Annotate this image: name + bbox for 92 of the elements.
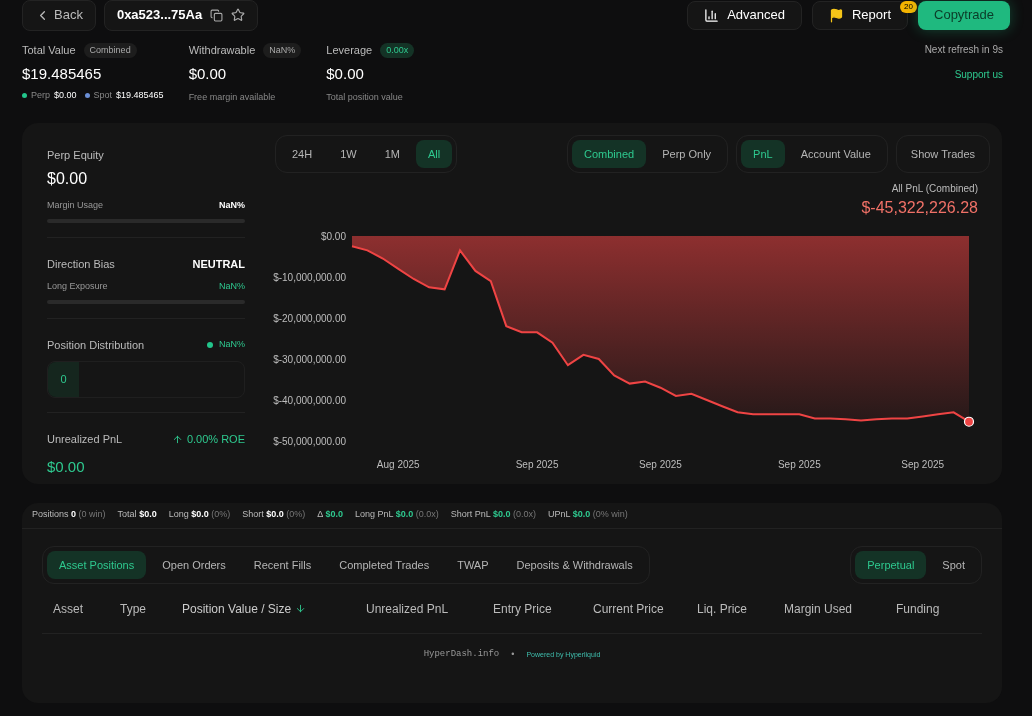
refresh-timer: Next refresh in 9s xyxy=(924,43,1003,57)
toggle-tab[interactable]: All xyxy=(415,139,453,168)
arrow-up-icon xyxy=(171,433,183,445)
sort-arrow-icon xyxy=(295,603,307,614)
y-axis-label: $-10,000,000.00 xyxy=(273,272,346,283)
header-button[interactable]: Advanced xyxy=(687,0,802,30)
wallet-address: 0xa523...75Aa xyxy=(116,6,203,25)
column-header[interactable]: Current Price xyxy=(593,599,664,618)
toggle-tab[interactable]: Open Orders xyxy=(150,550,238,579)
stat-item: Positions 0 (0 win) xyxy=(32,508,106,522)
column-header[interactable]: Margin Used xyxy=(784,599,853,618)
toggle-tab[interactable]: Spot xyxy=(930,550,977,579)
stat-label: Leverage xyxy=(326,43,373,58)
stat-item: Short $0.0 (0%) xyxy=(242,508,306,522)
chart-title: All PnL (Combined) xyxy=(891,182,978,196)
column-header[interactable]: Funding xyxy=(896,599,940,618)
legend-value: $0.00 xyxy=(54,89,77,102)
meter-label: Margin Usage xyxy=(47,199,104,212)
metric-value: $0.00 xyxy=(47,169,89,189)
stat-note: Free margin available xyxy=(188,91,277,104)
stat-tag: Combined xyxy=(83,42,137,58)
x-axis-label: Sep 2025 xyxy=(777,459,821,470)
toggle-tab[interactable]: Deposits & Withdrawals xyxy=(504,550,645,579)
end-point-marker xyxy=(963,416,975,427)
metric-label: Perp Equity xyxy=(47,147,105,163)
stat-value: $0.00 xyxy=(188,63,228,84)
legend-value: $19.485465 xyxy=(116,89,164,102)
chart-total: $-45,322,226.28 xyxy=(861,198,978,218)
column-header[interactable]: Asset xyxy=(53,599,83,618)
meter-value: NaN% xyxy=(219,280,245,293)
back-button[interactable]: Back xyxy=(22,0,96,31)
metric-label: Position Distribution xyxy=(47,337,145,353)
toggle-tab[interactable]: 1W xyxy=(328,139,369,168)
column-header[interactable]: Type xyxy=(120,599,146,618)
toggle-tab[interactable]: Account Value xyxy=(788,139,883,168)
stat-item: Δ $0.0 xyxy=(317,508,343,522)
separator-dot: • xyxy=(511,648,515,661)
stat-tag: 0.00x xyxy=(380,42,415,58)
x-axis-label: Sep 2025 xyxy=(639,459,682,470)
stat-item: Long PnL $0.0 (0.0x) xyxy=(354,508,439,522)
toggle-tab[interactable]: 24H xyxy=(280,139,325,168)
y-axis-label: $-20,000,000.00 xyxy=(273,313,346,324)
stat-item: Total $0.0 xyxy=(117,508,157,522)
stat-tag: NaN% xyxy=(263,42,302,58)
y-axis-label: $-40,000,000.00 xyxy=(273,395,346,406)
metric-label: Unrealized PnL xyxy=(47,432,123,447)
toggle-tab[interactable]: Combined xyxy=(572,139,647,168)
metric-label: Direction Bias xyxy=(47,256,115,272)
show-trades-button[interactable]: Show Trades xyxy=(895,134,990,173)
column-header[interactable]: Position Value / Size xyxy=(182,599,292,618)
toggle-tab[interactable]: 1M xyxy=(372,139,412,168)
copytrade-button[interactable]: Copytrade xyxy=(918,0,1010,30)
toggle-tab[interactable]: Perpetual xyxy=(855,550,927,579)
bar-chart-icon xyxy=(704,7,720,23)
meter-label: Long Exposure xyxy=(47,280,108,293)
stat-label: Total Value xyxy=(22,43,76,58)
toggle-tab[interactable]: Perp Only xyxy=(650,139,724,168)
stat-value: $19.485465 xyxy=(22,63,103,84)
toggle-tab[interactable]: PnL xyxy=(741,139,785,168)
stat-item: UPnL $0.0 (0% win) xyxy=(548,508,628,522)
y-axis-label: $-30,000,000.00 xyxy=(273,354,346,365)
column-header[interactable]: Entry Price xyxy=(493,599,552,618)
toggle-tab[interactable]: TWAP xyxy=(445,550,501,579)
stat-value: $0.00 xyxy=(326,63,365,84)
legend-label: Spot xyxy=(93,89,113,102)
y-axis-label: $0.00 xyxy=(320,231,346,242)
distribution-segment: 0 xyxy=(48,362,79,397)
flag-icon xyxy=(829,7,844,23)
stat-note: Total position value xyxy=(326,91,404,104)
stat-item: Long $0.0 (0%) xyxy=(168,508,231,522)
toggle-tab[interactable]: Recent Fills xyxy=(241,550,324,579)
copy-icon[interactable] xyxy=(210,8,224,22)
x-axis-label: Sep 2025 xyxy=(515,459,559,470)
stat-label: Withdrawable xyxy=(188,43,256,58)
meter-value: NaN% xyxy=(219,199,245,212)
unrealized-pnl-value: $0.00 xyxy=(47,456,86,477)
legend-label: Perp xyxy=(31,89,50,102)
toggle-tab[interactable]: Completed Trades xyxy=(327,550,442,579)
bias-value: NEUTRAL xyxy=(192,256,245,272)
distribution-value: NaN% xyxy=(219,338,245,351)
x-axis-label: Aug 2025 xyxy=(376,459,420,470)
roe-value: 0.00% ROE xyxy=(186,432,245,447)
star-icon[interactable] xyxy=(231,8,246,22)
support-link[interactable]: Support us xyxy=(954,67,1003,82)
y-axis-label: $-50,000,000.00 xyxy=(273,436,346,447)
site-name: HyperDash.info xyxy=(423,648,500,661)
column-header[interactable]: Liq. Price xyxy=(697,599,748,618)
count-badge: 20 xyxy=(900,0,917,13)
toggle-tab[interactable]: Asset Positions xyxy=(47,550,147,579)
column-header[interactable]: Unrealized PnL xyxy=(366,599,449,618)
x-axis-label: Sep 2025 xyxy=(901,459,945,470)
stat-item: Short PnL $0.0 (0.0x) xyxy=(450,508,536,522)
